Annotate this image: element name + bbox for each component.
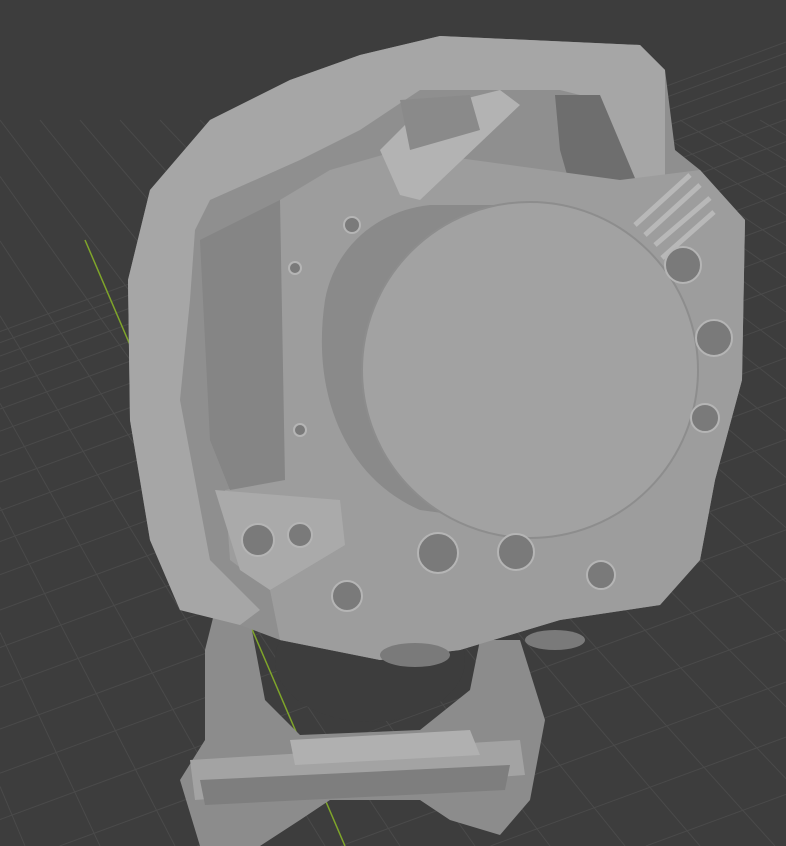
3d-viewport[interactable] <box>0 0 786 846</box>
grid-line <box>0 786 26 846</box>
motor-face <box>361 201 699 539</box>
grid-line <box>645 793 786 846</box>
viewport-canvas[interactable] <box>0 0 786 846</box>
mechanical-model[interactable] <box>128 36 745 846</box>
